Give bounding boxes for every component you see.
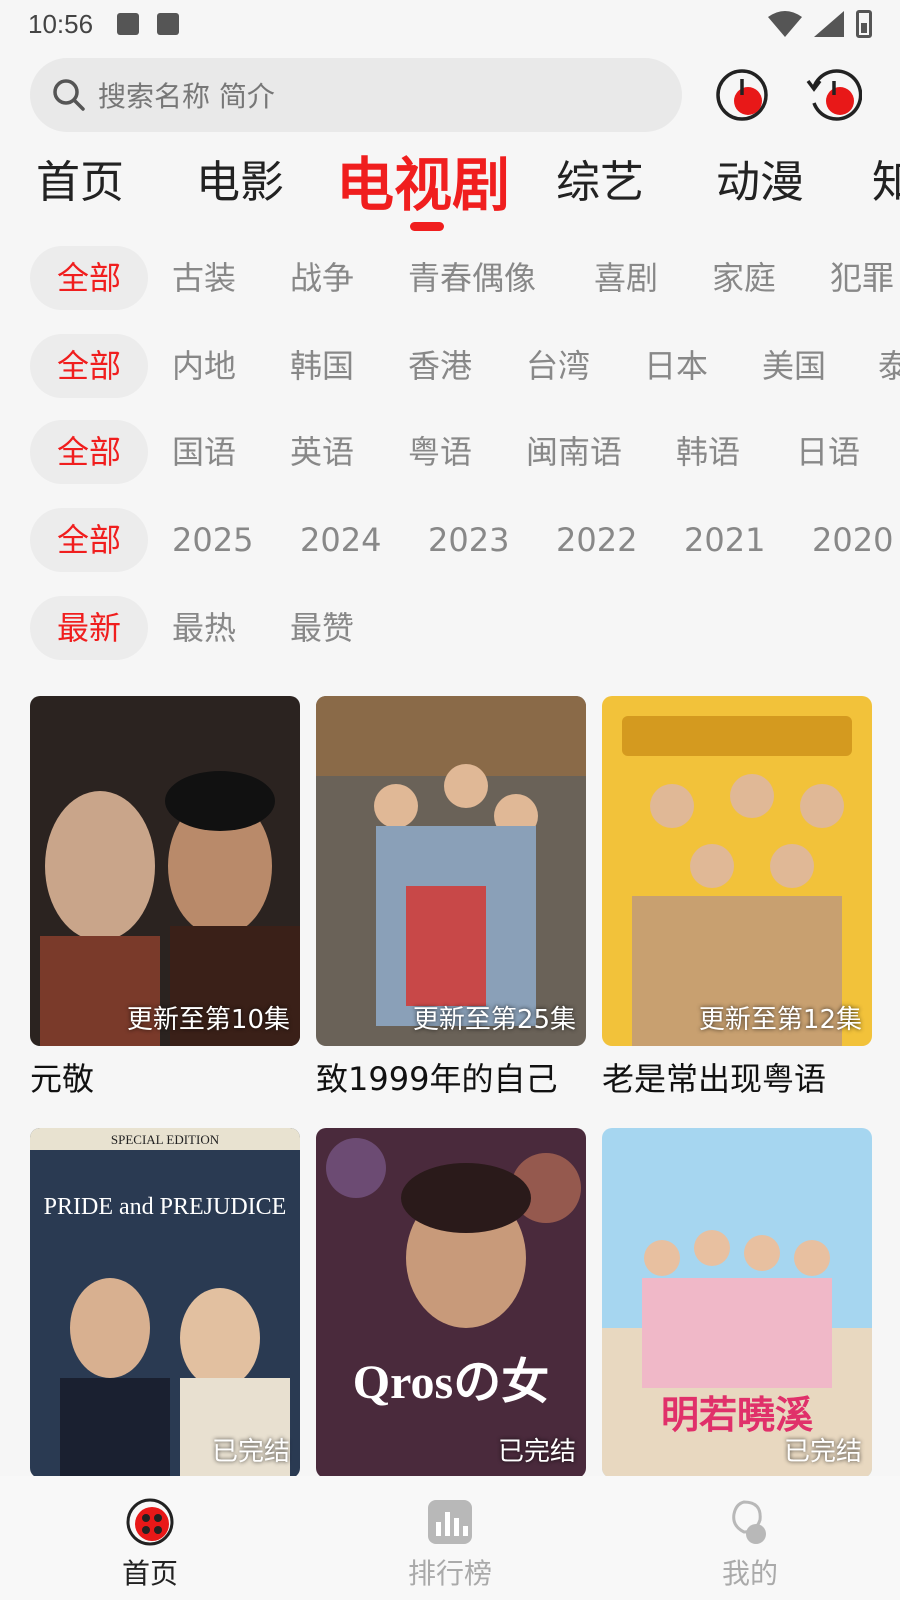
signal-icon <box>814 11 844 37</box>
filter-chip[interactable]: 国语 <box>172 420 236 484</box>
filter-chip[interactable]: 2025 <box>172 508 253 572</box>
episode-badge: 更新至第12集 <box>698 1005 862 1035</box>
tab-anime[interactable]: 动漫 <box>716 146 804 210</box>
filter-chip[interactable]: 日语 <box>796 420 860 484</box>
filter-chip[interactable]: 2022 <box>556 508 637 572</box>
image-notification-icon <box>117 13 140 35</box>
poster-title-text: PRIDE and PREJUDICE <box>44 1194 287 1220</box>
timer-icon[interactable] <box>716 67 772 123</box>
filter-chip[interactable]: 内地 <box>172 334 236 398</box>
search-row: 搜索名称 简介 <box>30 58 870 132</box>
sort-chip-hottest[interactable]: 最热 <box>172 596 236 660</box>
filter-row-sort: 最新 最热 最赞 <box>0 596 900 660</box>
filter-chip[interactable]: 香港 <box>408 334 472 398</box>
show-card[interactable]: Qrosの女 已完结 <box>316 1128 586 1530</box>
filter-chip[interactable]: 粤语 <box>408 420 472 484</box>
show-title: 老是常出现粤语 <box>602 1060 827 1098</box>
show-title: 致1999年的自己 <box>316 1060 558 1098</box>
nav-label: 首页 <box>121 1557 178 1590</box>
filter-chip[interactable]: 家庭 <box>712 246 776 310</box>
episode-badge: 已完结 <box>783 1437 862 1467</box>
nav-home[interactable]: 首页 <box>0 1476 300 1600</box>
filter-chip[interactable]: 2020 <box>812 508 893 572</box>
filter-chip[interactable]: 2024 <box>300 508 381 572</box>
tab-variety[interactable]: 综艺 <box>556 146 644 210</box>
filter-chip[interactable]: 英语 <box>290 420 354 484</box>
nav-label: 我的 <box>721 1557 778 1590</box>
episode-badge: 更新至第10集 <box>126 1005 290 1035</box>
filter-chip[interactable]: 泰 <box>878 334 900 398</box>
show-title: 元敬 <box>30 1060 95 1098</box>
filter-chip[interactable]: 喜剧 <box>594 246 658 310</box>
filter-chip[interactable]: 2021 <box>684 508 765 572</box>
filter-chip[interactable]: 2023 <box>428 508 509 572</box>
status-time: 10:56 <box>28 8 94 39</box>
poster-title-text: Qrosの女 <box>353 1356 549 1409</box>
show-poster: 更新至第10集 <box>30 696 300 1046</box>
chart-icon <box>428 1500 472 1544</box>
history-icon[interactable] <box>806 67 862 123</box>
filter-row-year: 全部 2025 2024 2023 2022 2021 2020 <box>0 508 900 572</box>
show-card[interactable]: 更新至第10集 元敬 <box>30 696 300 1098</box>
sort-chip-latest[interactable]: 最新 <box>30 596 148 660</box>
show-poster: SPECIAL EDITION PRIDE and PREJUDICE 已完结 <box>30 1128 300 1478</box>
status-bar: 10:56 <box>0 0 900 48</box>
nav-profile[interactable]: 我的 <box>600 1476 900 1600</box>
show-card[interactable]: 明若曉溪 已完结 <box>602 1128 872 1530</box>
search-icon <box>53 79 85 111</box>
filter-chip-all[interactable]: 全部 <box>30 508 148 572</box>
episode-badge: 已完结 <box>497 1437 576 1467</box>
show-card[interactable]: 更新至第25集 致1999年的自己 <box>316 696 586 1098</box>
filter-chip-all[interactable]: 全部 <box>30 334 148 398</box>
nav-label: 排行榜 <box>407 1557 492 1590</box>
active-tab-indicator <box>410 222 444 231</box>
search-input[interactable]: 搜索名称 简介 <box>30 58 682 132</box>
show-card[interactable]: SPECIAL EDITION PRIDE and PREJUDICE 已完结 <box>30 1128 300 1530</box>
text-notification-icon <box>157 13 180 35</box>
main-category-tabs: 首页 电影 电视剧 综艺 动漫 知 <box>0 140 900 235</box>
filter-chip[interactable]: 美国 <box>762 334 826 398</box>
episode-badge: 已完结 <box>211 1437 290 1467</box>
episode-badge: 更新至第25集 <box>412 1005 576 1035</box>
nav-ranking[interactable]: 排行榜 <box>300 1476 600 1600</box>
home-film-icon <box>126 1498 174 1546</box>
filter-chip[interactable]: 战争 <box>290 246 354 310</box>
show-poster: 明若曉溪 已完结 <box>602 1128 872 1478</box>
filter-chip-all[interactable]: 全部 <box>30 246 148 310</box>
battery-icon <box>856 10 872 38</box>
filter-chip[interactable]: 青春偶像 <box>408 246 536 310</box>
filter-chip[interactable]: 韩语 <box>676 420 740 484</box>
tab-more[interactable]: 知 <box>872 146 900 210</box>
filter-chip[interactable]: 犯罪 <box>830 246 894 310</box>
filter-row-genre: 全部 古装 战争 青春偶像 喜剧 家庭 犯罪 <box>0 246 900 310</box>
bottom-nav: 首页 排行榜 我的 <box>0 1476 900 1600</box>
show-poster: 更新至第25集 <box>316 696 586 1046</box>
filter-chip[interactable]: 韩国 <box>290 334 354 398</box>
show-poster: Qrosの女 已完结 <box>316 1128 586 1478</box>
show-card[interactable]: 更新至第12集 老是常出现粤语 <box>602 696 872 1098</box>
filter-row-region: 全部 内地 韩国 香港 台湾 日本 美国 泰 <box>0 334 900 398</box>
show-poster: 更新至第12集 <box>602 696 872 1046</box>
wifi-icon <box>768 11 802 37</box>
tab-movies[interactable]: 电影 <box>196 146 284 210</box>
filter-chip[interactable]: 古装 <box>172 246 236 310</box>
filter-chip[interactable]: 闽南语 <box>526 420 622 484</box>
tab-home[interactable]: 首页 <box>36 146 124 210</box>
filter-chip[interactable]: 日本 <box>644 334 708 398</box>
tab-tv-series[interactable]: 电视剧 <box>336 140 510 222</box>
search-placeholder: 搜索名称 简介 <box>98 80 275 113</box>
poster-top-text: SPECIAL EDITION <box>111 1132 220 1147</box>
profile-icon <box>732 1500 766 1544</box>
filter-row-language: 全部 国语 英语 粤语 闽南语 韩语 日语 <box>0 420 900 484</box>
filter-chip[interactable]: 台湾 <box>526 334 590 398</box>
sort-chip-most-liked[interactable]: 最赞 <box>290 596 354 660</box>
filter-chip-all[interactable]: 全部 <box>30 420 148 484</box>
